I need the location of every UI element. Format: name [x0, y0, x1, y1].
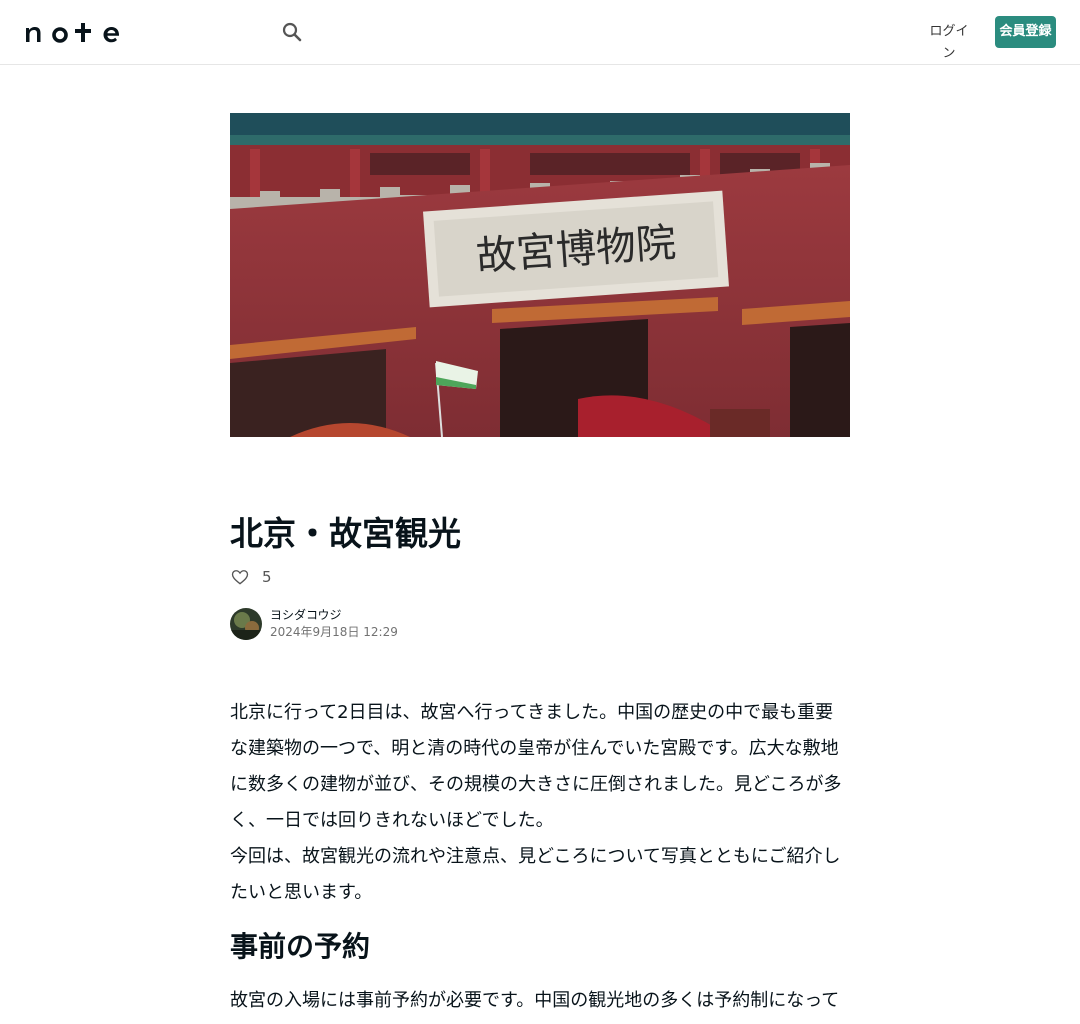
post-date: 2024年9月18日 12:29 — [270, 625, 398, 639]
like-count: 5 — [262, 568, 272, 586]
heart-icon[interactable] — [230, 567, 250, 587]
author-block: ヨシダコウジ 2024年9月18日 12:29 — [230, 607, 398, 641]
signup-button[interactable]: 会員登録 — [995, 16, 1056, 48]
avatar[interactable] — [230, 608, 262, 640]
article-title: 北京・故宮観光 — [230, 514, 461, 553]
site-header: ログイン 会員登録 — [0, 0, 1080, 65]
login-link[interactable]: ログイン — [924, 21, 974, 61]
like-row: 5 — [230, 566, 272, 588]
paragraph: 今回は、故宮観光の流れや注意点、見どころについて写真とともにご紹介したいと思いま… — [230, 846, 841, 903]
section-heading: 事前の予約 — [230, 930, 371, 963]
article-body: 北京に行って2日目は、故宮へ行ってきました。中国の歴史の中で最も重要な建築物の一… — [230, 695, 850, 911]
paragraph: 北京に行って2日目は、故宮へ行ってきました。中国の歴史の中で最も重要な建築物の一… — [230, 702, 842, 831]
paragraph: 故宮の入場には事前予約が必要です。中国の観光地の多くは予約制になっていて、当日券… — [230, 990, 840, 1011]
hero-image: 故宮博物院 — [230, 113, 850, 437]
note-logo[interactable] — [24, 20, 124, 44]
author-meta: ヨシダコウジ 2024年9月18日 12:29 — [270, 607, 398, 641]
search-icon[interactable] — [280, 20, 304, 44]
author-name[interactable]: ヨシダコウジ — [270, 607, 398, 623]
